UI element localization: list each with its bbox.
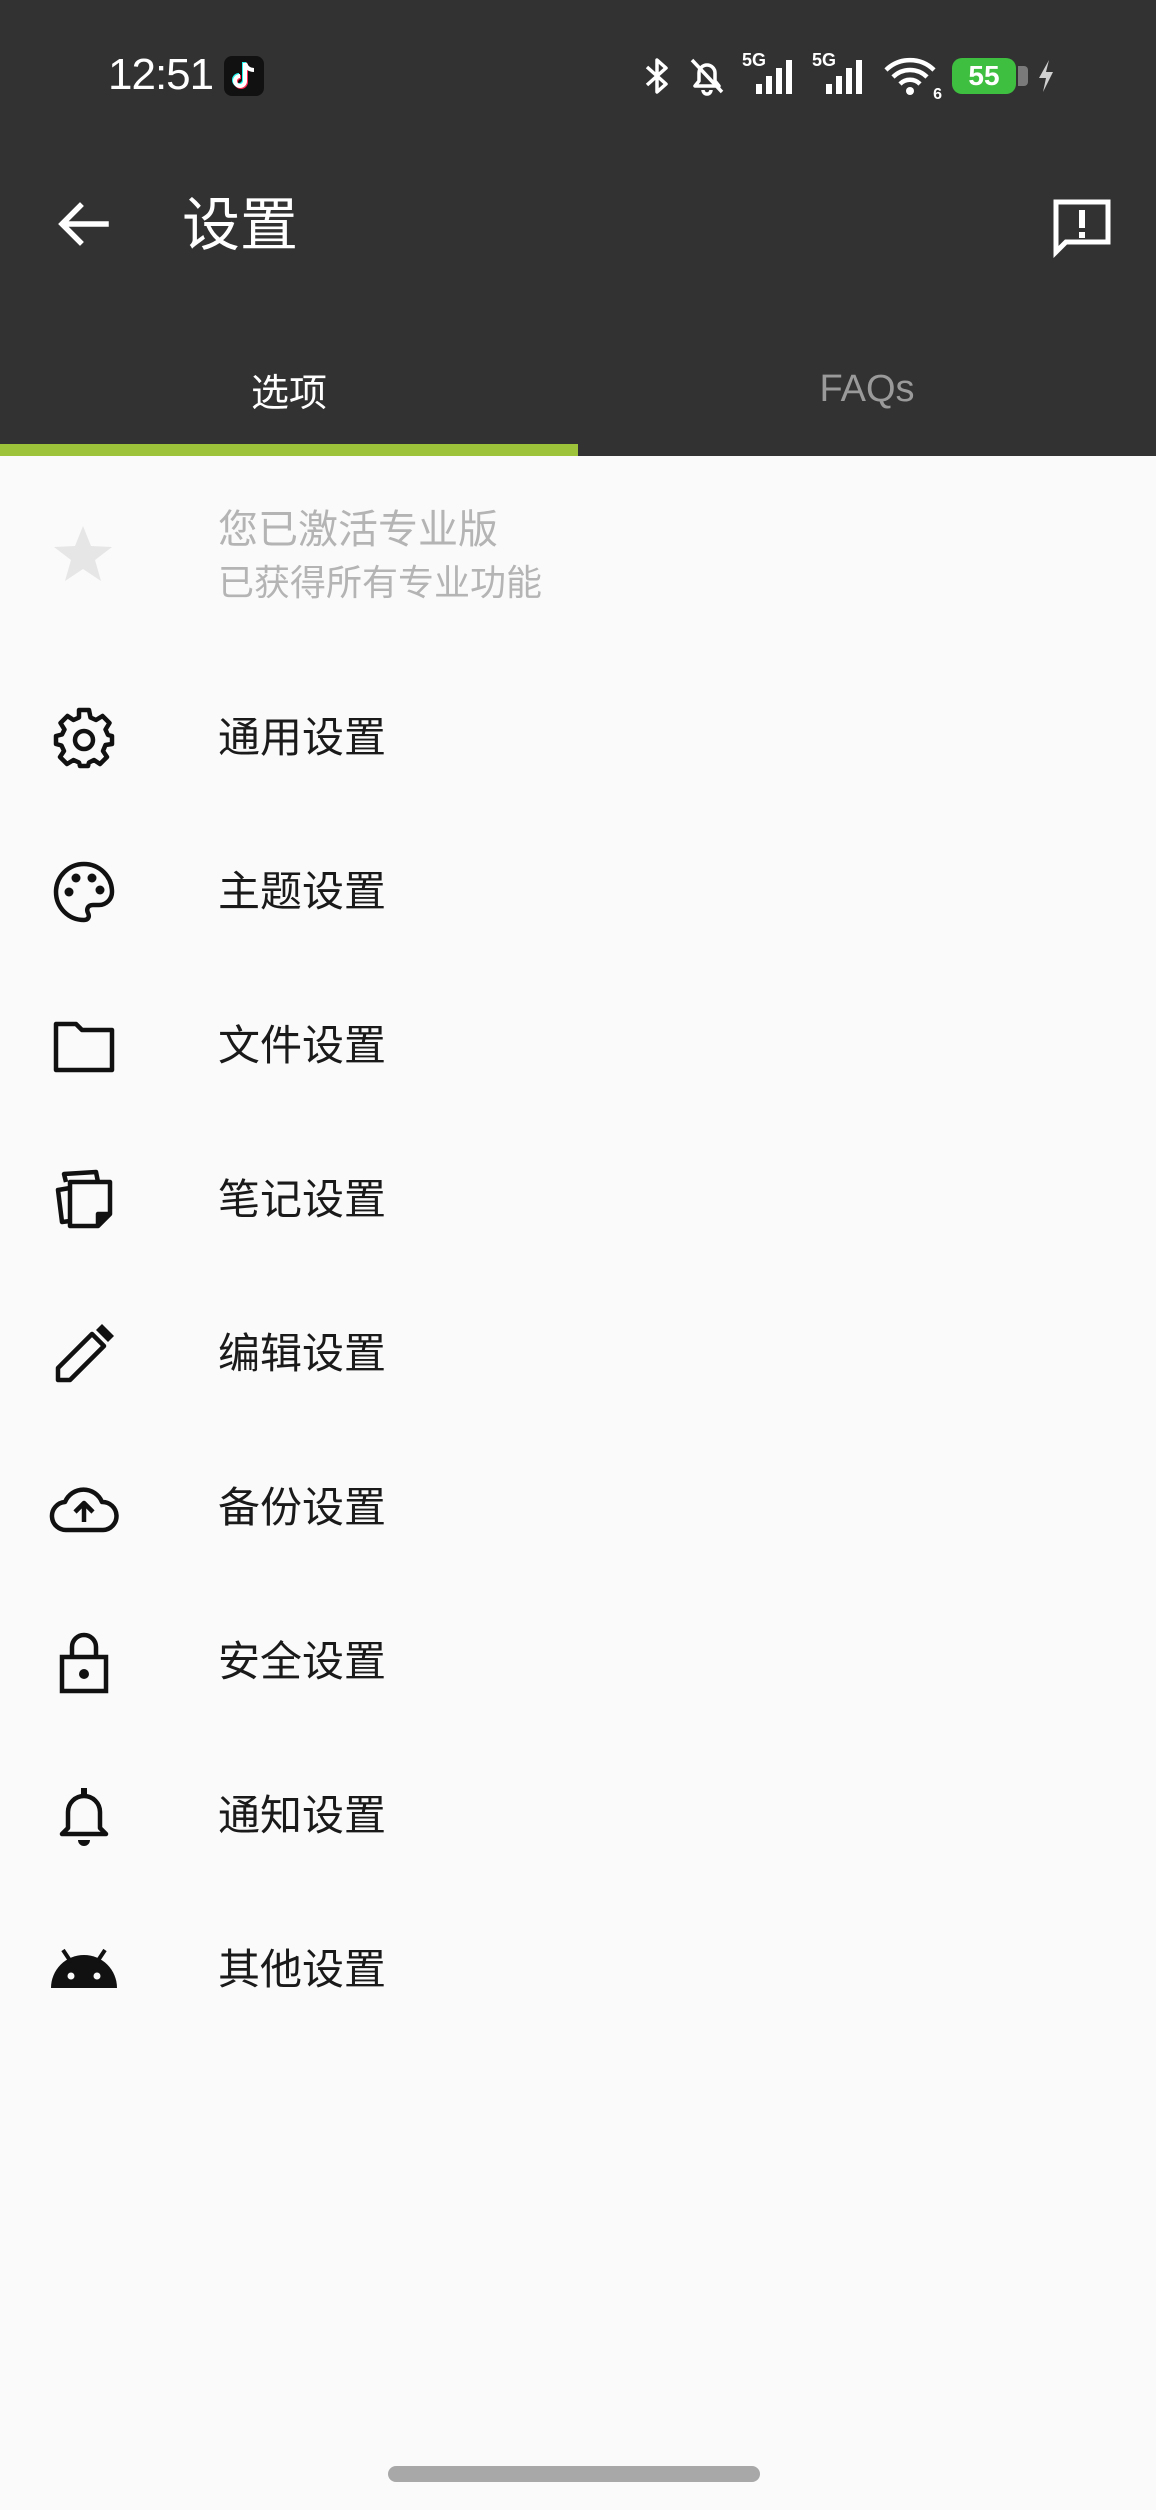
bell-muted-icon xyxy=(686,56,728,96)
pro-status-banner[interactable]: 您已激活专业版 已获得所有专业功能 xyxy=(0,500,1156,625)
bluetooth-icon xyxy=(642,56,672,96)
settings-item-editor[interactable]: 编辑设置 xyxy=(0,1277,1156,1431)
wifi-icon: 6 xyxy=(882,54,942,103)
tab-faqs[interactable]: FAQs xyxy=(578,340,1156,456)
gear-icon xyxy=(46,706,122,770)
tab-options[interactable]: 选项 xyxy=(0,340,578,456)
cloud-upload-icon xyxy=(46,1476,122,1540)
tab-options-label: 选项 xyxy=(250,370,327,415)
settings-item-label: 文件设置 xyxy=(218,1021,387,1070)
settings-item-label: 主题设置 xyxy=(218,867,387,916)
settings-item-security[interactable]: 安全设置 xyxy=(0,1585,1156,1739)
settings-item-other[interactable]: 其他设置 xyxy=(0,1893,1156,2047)
settings-item-label: 安全设置 xyxy=(218,1637,387,1686)
feedback-button[interactable] xyxy=(1044,190,1120,266)
battery-indicator: 55 xyxy=(952,58,1028,94)
wifi-badge: 6 xyxy=(933,86,942,103)
settings-item-files[interactable]: 文件设置 xyxy=(0,969,1156,1123)
settings-item-label: 备份设置 xyxy=(218,1483,387,1532)
bell-icon xyxy=(46,1784,122,1848)
arrow-back-icon xyxy=(58,202,109,246)
android-icon xyxy=(46,1938,122,2002)
settings-item-label: 通知设置 xyxy=(218,1791,387,1840)
charging-icon xyxy=(1036,58,1056,94)
settings-item-notifications[interactable]: 通知设置 xyxy=(0,1739,1156,1893)
signal-5g-icon-2: 5G xyxy=(812,50,868,98)
settings-item-backup[interactable]: 备份设置 xyxy=(0,1431,1156,1585)
status-time: 12:51 xyxy=(108,50,214,99)
pencil-icon xyxy=(46,1322,122,1386)
back-button[interactable] xyxy=(52,192,116,256)
notes-icon xyxy=(46,1168,122,1232)
page-title: 设置 xyxy=(182,191,299,259)
tab-indicator xyxy=(0,444,578,456)
settings-item-label: 编辑设置 xyxy=(218,1329,387,1378)
home-indicator[interactable] xyxy=(388,2466,760,2482)
settings-item-label: 其他设置 xyxy=(218,1945,387,1994)
settings-item-theme[interactable]: 主题设置 xyxy=(0,815,1156,969)
tab-bar: 选项 FAQs xyxy=(0,340,1156,456)
network-type-label: 5G xyxy=(742,50,767,70)
tab-faqs-label: FAQs xyxy=(819,367,915,410)
palette-icon xyxy=(46,860,122,924)
app-header: 12:51 5G 5G 6 55 设置 选项 FAQs xyxy=(0,0,1156,456)
pro-status-subtitle: 已获得所有专业功能 xyxy=(218,563,543,604)
settings-item-label: 通用设置 xyxy=(218,713,387,762)
pro-status-title: 您已激活专业版 xyxy=(218,507,498,553)
star-icon xyxy=(50,522,116,590)
status-icons: 5G 5G 6 55 xyxy=(642,50,1056,103)
tiktok-notification-icon xyxy=(224,56,264,96)
settings-item-label: 笔记设置 xyxy=(218,1175,387,1224)
settings-item-general[interactable]: 通用设置 xyxy=(0,661,1156,815)
lock-icon xyxy=(46,1630,122,1694)
feedback-icon xyxy=(1053,199,1111,259)
signal-5g-icon: 5G xyxy=(742,50,798,98)
folder-icon xyxy=(46,1014,122,1078)
network-type-label-2: 5G xyxy=(812,50,837,70)
settings-list: 通用设置 主题设置 文件设置 笔记设置 编辑设置 备份设置 安全设置 通知设置 … xyxy=(0,661,1156,2047)
settings-item-notes[interactable]: 笔记设置 xyxy=(0,1123,1156,1277)
